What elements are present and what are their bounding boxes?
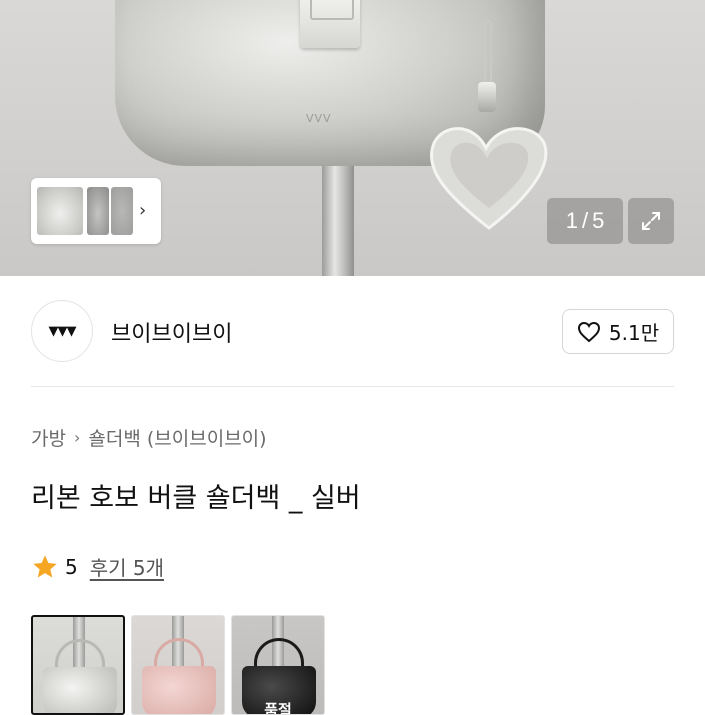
breadcrumb-category[interactable]: 가방 <box>31 424 66 451</box>
product-title: 리본 호보 버클 숄더백 _ 실버 <box>31 483 361 514</box>
charm-cord <box>484 20 492 90</box>
display-stand <box>322 166 354 276</box>
bag-buckle <box>300 0 360 48</box>
rating-score: 5 <box>65 554 78 579</box>
color-option-silver[interactable] <box>31 615 125 715</box>
option-bag-image <box>43 667 117 713</box>
thumbnail-2[interactable] <box>87 187 109 235</box>
expand-button[interactable] <box>628 198 674 244</box>
breadcrumb-subcategory[interactable]: 숄더백 (브이브이브이) <box>88 424 266 451</box>
color-option-black[interactable]: 품절 <box>231 615 325 715</box>
option-bag-image <box>142 666 216 714</box>
reviews-link[interactable]: 후기 5개 <box>90 552 164 581</box>
thumbnail-strip[interactable]: › <box>31 178 161 244</box>
bag-logo-text: VVV <box>306 112 332 125</box>
chevron-right-icon[interactable]: › <box>139 200 146 221</box>
breadcrumb: 가방 › 숄더백 (브이브이브이) <box>31 424 267 451</box>
expand-icon <box>642 212 660 230</box>
image-counter: 1 / 5 <box>547 198 623 244</box>
rating-row: 5 후기 5개 <box>31 552 164 581</box>
thumbnail-3[interactable] <box>111 187 133 235</box>
color-option-pink[interactable] <box>131 615 225 715</box>
shop-logo[interactable]: ▼▼▼ <box>31 300 93 362</box>
divider <box>31 386 674 387</box>
color-options: 품절 <box>31 615 325 715</box>
like-button[interactable]: 5.1만 <box>562 309 674 354</box>
shop-row: ▼▼▼ 브이브이브이 5.1만 <box>31 300 674 362</box>
charm-clip <box>478 82 496 112</box>
heart-charm-image <box>429 127 548 230</box>
heart-icon <box>577 321 600 342</box>
chevron-right-icon: › <box>73 428 81 447</box>
shop-name[interactable]: 브이브이브이 <box>111 316 232 348</box>
counter-current: 1 <box>565 208 578 233</box>
counter-separator: / <box>581 208 589 233</box>
product-image-carousel[interactable]: VVV › 1 / 5 <box>0 0 705 276</box>
like-count: 5.1만 <box>608 321 660 345</box>
thumbnail-1[interactable] <box>37 187 83 235</box>
star-icon <box>33 554 57 577</box>
sold-out-badge: 품절 <box>264 701 292 715</box>
counter-total: 5 <box>592 208 605 233</box>
